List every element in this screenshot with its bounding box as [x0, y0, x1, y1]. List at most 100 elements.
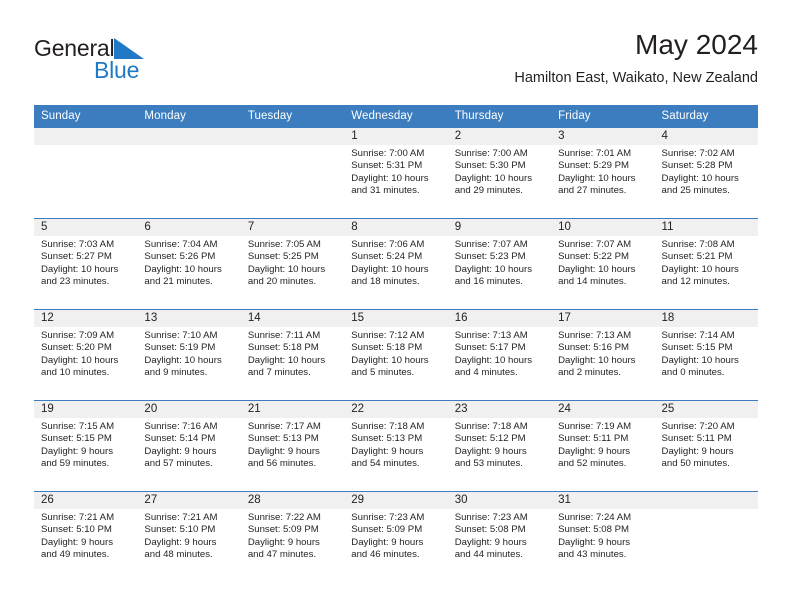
- sunrise-text: Sunrise: 7:13 AM: [454, 330, 528, 341]
- weekday-header-sunday: Sunday: [34, 105, 138, 128]
- day-sun-info: Sunrise: 7:01 AM Sunset: 5:29 PM Daylight:…: [551, 145, 654, 197]
- day-number: 10: [551, 219, 655, 236]
- day-box: 23 Sunrise: 7:18 AM Sunset: 5:12 PM Dayligh…: [447, 401, 552, 491]
- sunrise-text: Sunrise: 7:05 AM: [247, 239, 321, 250]
- sunrise-text: Sunrise: 7:23 AM: [454, 512, 528, 523]
- day-number: 1: [344, 128, 448, 145]
- calendar-day-cell[interactable]: 5 Sunrise: 7:03 AM Sunset: 5:27 PM Daylight…: [34, 218, 138, 310]
- daylight-text: Daylight: 9 hours and 56 minutes.: [247, 445, 320, 469]
- calendar-day-cell[interactable]: 20 Sunrise: 7:16 AM Sunset: 5:14 PM Dayligh…: [137, 400, 241, 492]
- sunrise-text: Sunrise: 7:03 AM: [41, 239, 115, 250]
- calendar-day-cell[interactable]: 28 Sunrise: 7:22 AM Sunset: 5:09 PM Dayligh…: [240, 491, 345, 582]
- calendar-day-cell[interactable]: 1 Sunrise: 7:00 AM Sunset: 5:31 PM Daylight…: [344, 127, 448, 219]
- day-number: 19: [34, 401, 138, 418]
- sunrise-text: Sunrise: 7:21 AM: [41, 512, 115, 523]
- daylight-text: Daylight: 10 hours and 5 minutes.: [351, 354, 429, 378]
- calendar-day-cell-empty: [34, 127, 138, 219]
- day-box: [137, 128, 241, 218]
- daylight-text: Daylight: 10 hours and 31 minutes.: [351, 172, 429, 196]
- daylight-text: Daylight: 9 hours and 47 minutes.: [247, 536, 320, 560]
- calendar-day-cell[interactable]: 24 Sunrise: 7:19 AM Sunset: 5:11 PM Dayligh…: [551, 400, 655, 492]
- day-sun-info: Sunrise: 7:23 AM Sunset: 5:09 PM Daylight:…: [344, 509, 447, 561]
- day-number: 11: [654, 219, 758, 236]
- daylight-text: Daylight: 10 hours and 4 minutes.: [454, 354, 533, 378]
- daylight-text: Daylight: 10 hours and 23 minutes.: [41, 263, 119, 287]
- calendar-day-cell[interactable]: 11 Sunrise: 7:08 AM Sunset: 5:21 PM Dayligh…: [654, 218, 758, 310]
- sunset-text: Sunset: 5:21 PM: [661, 251, 733, 263]
- weekday-header-row: Sunday Monday Tuesday Wednesday Thursday Frid…: [34, 105, 758, 128]
- day-box: 9 Sunrise: 7:07 AM Sunset: 5:23 PM Daylight…: [447, 219, 552, 309]
- sunrise-text: Sunrise: 7:24 AM: [558, 512, 632, 523]
- day-number: 9: [447, 219, 552, 236]
- day-box: 1 Sunrise: 7:00 AM Sunset: 5:31 PM Daylight…: [344, 128, 448, 218]
- calendar-day-cell[interactable]: 2 Sunrise: 7:00 AM Sunset: 5:30 PM Daylight…: [447, 127, 552, 219]
- brand-logo: General Blue: [34, 36, 244, 88]
- calendar-day-cell[interactable]: 25 Sunrise: 7:20 AM Sunset: 5:11 PM Dayligh…: [654, 400, 758, 492]
- calendar-day-cell[interactable]: 12 Sunrise: 7:09 AM Sunset: 5:20 PM Dayligh…: [34, 309, 138, 401]
- calendar-table: Sunday Monday Tuesday Wednesday Thursday Frid…: [34, 105, 758, 582]
- calendar-week-row: 19 Sunrise: 7:15 AM Sunset: 5:15 PM Dayligh…: [34, 400, 758, 492]
- calendar-day-cell[interactable]: 21 Sunrise: 7:17 AM Sunset: 5:13 PM Dayligh…: [240, 400, 345, 492]
- sunset-text: Sunset: 5:26 PM: [144, 251, 216, 263]
- page-header: General Blue May 2024 Hamilton East, Wai…: [34, 28, 758, 96]
- calendar-day-cell[interactable]: 22 Sunrise: 7:18 AM Sunset: 5:13 PM Dayligh…: [344, 400, 448, 492]
- day-box: 16 Sunrise: 7:13 AM Sunset: 5:17 PM Dayligh…: [447, 310, 552, 400]
- sunrise-text: Sunrise: 7:15 AM: [41, 421, 115, 432]
- day-number: 8: [344, 219, 448, 236]
- sunset-text: Sunset: 5:08 PM: [558, 524, 630, 536]
- calendar-day-cell[interactable]: 10 Sunrise: 7:07 AM Sunset: 5:22 PM Dayligh…: [551, 218, 655, 310]
- sunrise-text: Sunrise: 7:22 AM: [247, 512, 321, 523]
- brand-triangle-icon: [114, 38, 145, 67]
- calendar-day-cell[interactable]: 9 Sunrise: 7:07 AM Sunset: 5:23 PM Daylight…: [447, 218, 552, 310]
- day-sun-info: Sunrise: 7:15 AM Sunset: 5:15 PM Daylight:…: [34, 418, 137, 470]
- calendar-day-cell[interactable]: 29 Sunrise: 7:23 AM Sunset: 5:09 PM Dayligh…: [344, 491, 448, 582]
- calendar-day-cell[interactable]: 19 Sunrise: 7:15 AM Sunset: 5:15 PM Dayligh…: [34, 400, 138, 492]
- sunset-text: Sunset: 5:24 PM: [351, 251, 423, 263]
- calendar-day-cell[interactable]: 23 Sunrise: 7:18 AM Sunset: 5:12 PM Dayligh…: [447, 400, 552, 492]
- brand-line-1: General: [34, 36, 244, 61]
- day-number: 15: [344, 310, 448, 327]
- sunset-text: Sunset: 5:15 PM: [41, 433, 112, 445]
- day-box: 15 Sunrise: 7:12 AM Sunset: 5:18 PM Dayligh…: [344, 310, 448, 400]
- daylight-text: Daylight: 10 hours and 12 minutes.: [661, 263, 739, 287]
- day-box: 10 Sunrise: 7:07 AM Sunset: 5:22 PM Dayligh…: [551, 219, 655, 309]
- day-box: [34, 128, 138, 218]
- day-sun-info: Sunrise: 7:19 AM Sunset: 5:11 PM Daylight:…: [551, 418, 654, 470]
- calendar-day-cell[interactable]: 18 Sunrise: 7:14 AM Sunset: 5:15 PM Dayligh…: [654, 309, 758, 401]
- sunset-text: Sunset: 5:09 PM: [351, 524, 423, 536]
- day-sun-info: Sunrise: 7:21 AM Sunset: 5:10 PM Daylight:…: [34, 509, 137, 561]
- day-sun-info: Sunrise: 7:11 AM Sunset: 5:18 PM Daylight:…: [241, 327, 344, 379]
- calendar-day-cell[interactable]: 4 Sunrise: 7:02 AM Sunset: 5:28 PM Daylight…: [654, 127, 758, 219]
- calendar-day-cell[interactable]: 27 Sunrise: 7:21 AM Sunset: 5:10 PM Dayligh…: [137, 491, 241, 582]
- calendar-day-cell-empty: [654, 491, 758, 582]
- weekday-header-tuesday: Tuesday: [240, 105, 345, 128]
- weekday-header-monday: Monday: [137, 105, 241, 128]
- calendar-day-cell[interactable]: 30 Sunrise: 7:23 AM Sunset: 5:08 PM Dayligh…: [447, 491, 552, 582]
- calendar-day-cell[interactable]: 6 Sunrise: 7:04 AM Sunset: 5:26 PM Daylight…: [137, 218, 241, 310]
- calendar-day-cell[interactable]: 15 Sunrise: 7:12 AM Sunset: 5:18 PM Dayligh…: [344, 309, 448, 401]
- daylight-text: Daylight: 9 hours and 49 minutes.: [41, 536, 113, 560]
- sunrise-text: Sunrise: 7:23 AM: [351, 512, 425, 523]
- calendar-day-cell[interactable]: 17 Sunrise: 7:13 AM Sunset: 5:16 PM Dayligh…: [551, 309, 655, 401]
- day-number: 3: [551, 128, 655, 145]
- calendar-day-cell[interactable]: 16 Sunrise: 7:13 AM Sunset: 5:17 PM Dayligh…: [447, 309, 552, 401]
- day-number: 22: [344, 401, 448, 418]
- calendar-day-cell[interactable]: 31 Sunrise: 7:24 AM Sunset: 5:08 PM Dayligh…: [551, 491, 655, 582]
- day-box: [240, 128, 345, 218]
- calendar-day-cell[interactable]: 7 Sunrise: 7:05 AM Sunset: 5:25 PM Daylight…: [240, 218, 345, 310]
- calendar-day-cell[interactable]: 8 Sunrise: 7:06 AM Sunset: 5:24 PM Daylight…: [344, 218, 448, 310]
- calendar-day-cell[interactable]: 14 Sunrise: 7:11 AM Sunset: 5:18 PM Dayligh…: [240, 309, 345, 401]
- day-box: 25 Sunrise: 7:20 AM Sunset: 5:11 PM Dayligh…: [654, 401, 758, 491]
- day-sun-info: Sunrise: 7:00 AM Sunset: 5:30 PM Daylight:…: [448, 145, 551, 197]
- day-sun-info: Sunrise: 7:14 AM Sunset: 5:15 PM Daylight:…: [655, 327, 758, 379]
- day-box: 11 Sunrise: 7:08 AM Sunset: 5:21 PM Dayligh…: [654, 219, 758, 309]
- daylight-text: Daylight: 9 hours and 50 minutes.: [661, 445, 734, 469]
- weekday-header-friday: Friday: [551, 105, 655, 128]
- day-box: 7 Sunrise: 7:05 AM Sunset: 5:25 PM Daylight…: [240, 219, 345, 309]
- calendar-day-cell[interactable]: 13 Sunrise: 7:10 AM Sunset: 5:19 PM Dayligh…: [137, 309, 241, 401]
- day-sun-info: Sunrise: 7:24 AM Sunset: 5:08 PM Daylight:…: [551, 509, 654, 561]
- sunrise-text: Sunrise: 7:00 AM: [351, 148, 425, 159]
- calendar-day-cell[interactable]: 3 Sunrise: 7:01 AM Sunset: 5:29 PM Daylight…: [551, 127, 655, 219]
- calendar-day-cell[interactable]: 26 Sunrise: 7:21 AM Sunset: 5:10 PM Dayligh…: [34, 491, 138, 582]
- day-box: 27 Sunrise: 7:21 AM Sunset: 5:10 PM Dayligh…: [137, 492, 241, 582]
